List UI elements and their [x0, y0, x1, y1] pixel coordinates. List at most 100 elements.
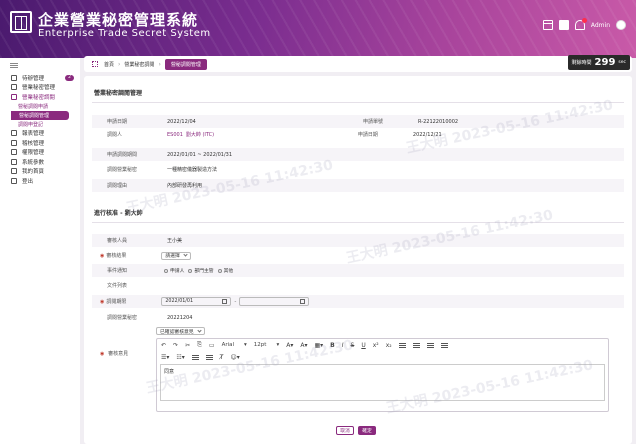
sidebar-item-permission[interactable]: 權限管理	[0, 148, 80, 158]
folder-icon	[11, 84, 17, 91]
book-icon[interactable]	[558, 20, 569, 30]
row-notify: 事件通知 申請人 部門主管 其他	[92, 264, 624, 277]
align-left-icon[interactable]	[398, 342, 406, 348]
section-title-manage: 營業秘密調閱管理	[94, 90, 143, 97]
font-size-select[interactable]: 12pt ▾	[254, 342, 279, 348]
confirm-button[interactable]: 確定	[358, 426, 376, 435]
date-to-input[interactable]	[239, 297, 310, 306]
row-applicant: 調閱人 ES001 劉大帥 (ITC) 申請日期 2022/12/21	[107, 131, 442, 139]
chevron-down-icon: ▾	[276, 342, 280, 348]
calendar-icon[interactable]	[300, 299, 306, 304]
row-secret: 調閱營業秘密 一種精密儀器製造方法	[107, 167, 218, 173]
chevron-right-icon: ›	[118, 60, 121, 68]
todo-count-badge: 2	[65, 74, 74, 81]
sidebar-item-report[interactable]: 報表管理	[0, 129, 80, 139]
rich-text-editor: ↶ ↷ ✂ ⎘ ▭ Arial ▾ 12pt ▾ A▾ A▾ ▦▾ B I S U …	[156, 338, 609, 412]
breadcrumb-access[interactable]: 營業秘密調閱	[124, 61, 154, 68]
align-center-icon[interactable]	[412, 342, 420, 348]
sidebar-item-secret-manage[interactable]: 營業秘密管理	[0, 83, 80, 93]
session-timer: 剩餘時間 299 sec	[567, 55, 630, 70]
row-period: 申請調閱期間 2022/01/01 ~ 2022/01/31	[92, 148, 624, 161]
app-logo	[10, 11, 32, 33]
chevron-right-icon: ›	[158, 60, 161, 68]
align-justify-icon[interactable]	[440, 342, 448, 348]
sidebar-sub-manage[interactable]: 營秘調閱管理	[11, 110, 69, 120]
row-date: ◉ 調閱期限 2022/01/01 -	[92, 295, 624, 308]
paste-icon[interactable]: ▭	[209, 342, 215, 349]
app-header: 企業營業秘密管理系統 Enterprise Trade Secret Syste…	[0, 0, 636, 58]
undo-icon[interactable]: ↶	[161, 342, 166, 349]
sidebar-item-secret-access[interactable]: 營業秘密調閱	[0, 92, 80, 102]
sidebar-item-todo[interactable]: 待辦管理 2	[0, 73, 80, 83]
table-icon[interactable]: ▦▾	[314, 342, 323, 349]
cut-icon[interactable]: ✂	[185, 342, 190, 349]
app-title: 企業營業秘密管理系統	[38, 11, 199, 29]
subscript-icon[interactable]: x₂	[386, 342, 392, 349]
todo-icon	[11, 74, 17, 81]
breadcrumb-home[interactable]: 首頁	[104, 61, 114, 68]
font-color-icon[interactable]: A▾	[286, 342, 293, 349]
editor-toolbar-1: ↶ ↷ ✂ ⎘ ▭ Arial ▾ 12pt ▾ A▾ A▾ ▦▾ B I S U …	[157, 339, 608, 351]
date-from-input[interactable]: 2022/01/01	[161, 297, 232, 306]
home-icon	[11, 168, 17, 175]
user-name[interactable]: Admin	[591, 22, 610, 29]
italic-icon[interactable]: I	[342, 342, 344, 349]
highlight-icon[interactable]: A▾	[300, 342, 307, 349]
bullet-list-icon[interactable]: ☰▾	[161, 354, 169, 361]
main-panel: 營業秘密調閱管理 申請日期 2022/12/04 申請單號 R-22122010…	[84, 76, 632, 444]
applicant-id[interactable]: ES001	[167, 132, 183, 138]
notify-radio-other[interactable]: 其他	[217, 267, 233, 274]
menu-toggle-icon[interactable]	[10, 63, 18, 68]
row-purpose: 調閱理由 內部研發再利用	[92, 179, 624, 192]
notify-radio-applicant[interactable]: 申請人	[164, 267, 184, 274]
sidebar: 待辦管理 2 營業秘密管理 營業秘密調閱 營秘調閱申請 營秘調閱管理 調閱申登記…	[0, 58, 80, 444]
breadcrumb-current: 營秘調閱管理	[164, 58, 207, 70]
chevron-down-icon	[196, 327, 202, 333]
emoji-icon[interactable]: ☺▾	[230, 354, 239, 361]
notify-radio-manager[interactable]: 部門主管	[188, 267, 214, 274]
avatar[interactable]	[616, 20, 626, 30]
calendar-icon[interactable]	[542, 20, 553, 30]
notification-badge	[581, 18, 587, 23]
logout-icon	[11, 177, 17, 184]
audit-icon	[11, 139, 17, 146]
permission-icon	[11, 149, 17, 156]
strikethrough-icon[interactable]: S	[351, 342, 355, 349]
redo-icon[interactable]: ↷	[173, 342, 178, 349]
bold-icon[interactable]: B	[330, 342, 335, 349]
row-apply-date: 申請日期 2022/12/04 申請單號 R-22122010002	[92, 115, 624, 128]
clear-format-icon[interactable]: T̸	[220, 354, 224, 361]
align-right-icon[interactable]	[426, 342, 434, 348]
sidebar-item-params[interactable]: 系統參數	[0, 157, 80, 167]
app-subtitle: Enterprise Trade Secret System	[38, 28, 211, 39]
sidebar-item-audit[interactable]: 稽核管理	[0, 138, 80, 148]
numbered-list-icon[interactable]: ☷▾	[176, 354, 184, 361]
key-icon	[11, 93, 17, 100]
underline-icon[interactable]: U	[361, 342, 365, 349]
sidebar-sub-apply[interactable]: 營秘調閱申請	[0, 102, 80, 111]
chevron-down-icon	[183, 252, 188, 257]
row-approver: 審核人員 王小美	[92, 234, 624, 247]
editor-toolbar-2: ☰▾ ☷▾ T̸ ☺▾	[157, 351, 608, 363]
row-secret2: 調閱營業秘密 20221204	[107, 314, 193, 322]
sidebar-sub-register[interactable]: 調閱申登記	[0, 120, 80, 129]
superscript-icon[interactable]: x²	[373, 342, 379, 349]
settings-icon	[11, 158, 17, 165]
calendar-icon[interactable]	[222, 299, 228, 304]
applicant-name[interactable]: 劉大帥 (ITC)	[186, 131, 354, 138]
sidebar-item-home[interactable]: 我的首頁	[0, 167, 80, 177]
indent-icon[interactable]	[205, 354, 213, 360]
section-title-approve: 進行核准 - 劉大帥	[94, 210, 143, 217]
row-docs: 文件列表	[107, 283, 128, 289]
outdent-icon[interactable]	[191, 354, 199, 360]
cancel-button[interactable]: 取消	[336, 426, 354, 435]
opinion-template-select[interactable]: 已確認審核意見	[156, 327, 205, 335]
grid-icon[interactable]	[92, 61, 98, 67]
breadcrumb-bar: 首頁 › 營業秘密調閱 › 營秘調閱管理 剩餘時間 299 sec	[84, 55, 632, 72]
font-family-select[interactable]: Arial ▾	[222, 342, 247, 348]
opinion-textarea[interactable]: 同意	[160, 364, 605, 401]
sidebar-item-logout[interactable]: 登出	[0, 176, 80, 186]
bell-icon[interactable]	[574, 18, 587, 30]
result-select[interactable]: 請選擇	[161, 251, 191, 260]
copy-icon[interactable]: ⎘	[197, 341, 202, 349]
